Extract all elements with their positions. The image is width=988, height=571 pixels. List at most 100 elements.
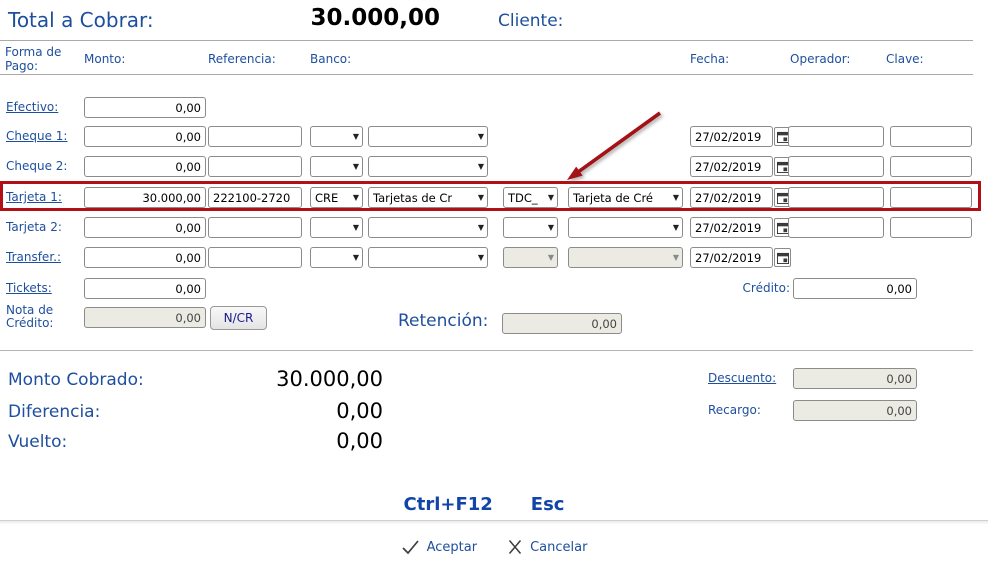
cheque1-monto-input[interactable] (84, 126, 206, 147)
cheque2-label: Cheque 2: (6, 159, 68, 173)
cheque1-operador-input[interactable] (788, 126, 884, 147)
calendar-icon (776, 252, 789, 264)
cheque2-fecha-input[interactable] (690, 156, 773, 177)
transferencia-banco-select[interactable]: ▼ (368, 247, 488, 268)
cheque1-banco-select[interactable]: ▼ (368, 126, 488, 147)
tarjeta2-banco-select[interactable]: ▼ (368, 217, 488, 238)
column-operador: Operador: (790, 52, 851, 66)
descuento-input (793, 368, 917, 389)
efectivo-monto-input[interactable] (84, 97, 206, 118)
chevron-down-icon: ▼ (352, 162, 359, 171)
chevron-down-icon: ▼ (477, 253, 484, 262)
tarjeta2-label: Tarjeta 2: (6, 220, 62, 234)
cancelar-button[interactable]: Cancelar (507, 539, 587, 555)
divider (0, 74, 973, 75)
cheque2-referencia-input[interactable] (208, 156, 302, 177)
tarjeta2-tdc-select[interactable]: ▼ (568, 217, 683, 238)
retencion-label: Retención: (398, 311, 489, 331)
chevron-down-icon: ▼ (477, 223, 484, 232)
tarjeta2-banco-code-select[interactable]: ▼ (310, 217, 363, 238)
cheque2-banco-code-select[interactable]: ▼ (310, 156, 363, 177)
recargo-input (793, 400, 917, 421)
cheque1-link[interactable]: Cheque 1: (6, 129, 67, 143)
tarjeta1-link[interactable]: Tarjeta 1: (6, 190, 62, 204)
transferencia-link[interactable]: Transfer.: (6, 250, 61, 264)
chevron-down-icon: ▼ (352, 193, 359, 202)
cliente-label: Cliente: (498, 11, 564, 31)
credito-input[interactable] (793, 278, 917, 299)
cheque1-referencia-input[interactable] (208, 126, 302, 147)
monto-cobrado-label: Monto Cobrado: (8, 370, 144, 390)
payment-row-nota-credito: Nota deCrédito: N/CR Retención: (0, 303, 988, 334)
tarjeta1-monto-input[interactable] (84, 187, 206, 208)
shortcut-esc: Esc (530, 494, 565, 515)
total-a-cobrar-label: Total a Cobrar: (8, 8, 154, 32)
calendar-icon (776, 161, 789, 173)
column-clave: Clave: (886, 52, 924, 66)
cheque1-clave-input[interactable] (890, 126, 972, 147)
cheque1-fecha-input[interactable] (690, 126, 773, 147)
tarjeta2-tdc-code-select[interactable]: ▼ (503, 217, 558, 238)
tarjeta1-banco-select[interactable]: Tarjetas de Cr ▼ (368, 187, 488, 208)
ncr-button[interactable]: N/CR (210, 306, 267, 330)
nota-credito-monto-input (84, 307, 206, 328)
vuelto-label: Vuelto: (8, 432, 68, 452)
cheque2-clave-input[interactable] (890, 156, 972, 177)
tarjeta2-clave-input[interactable] (890, 217, 972, 238)
tarjeta2-monto-input[interactable] (84, 217, 206, 238)
transferencia-monto-input[interactable] (84, 247, 206, 268)
action-bar: Aceptar Cancelar (0, 539, 988, 555)
aceptar-label: Aceptar (426, 539, 478, 555)
efectivo-link[interactable]: Efectivo: (6, 100, 58, 114)
column-fecha: Fecha: (690, 52, 730, 66)
transferencia-tdc-code-select-disabled: ▼ (503, 247, 558, 268)
credito-label: Crédito: (742, 281, 790, 295)
column-forma-de-pago: Forma de Pago: (5, 45, 62, 73)
tarjeta2-operador-input[interactable] (788, 217, 884, 238)
payment-row-tickets: Tickets: Crédito: (0, 278, 988, 300)
chevron-down-icon: ▼ (352, 223, 359, 232)
aceptar-button[interactable]: Aceptar (401, 539, 477, 555)
payment-row-cheque2: Cheque 2: ▼ ▼ (0, 156, 988, 178)
cheque1-banco-code-select[interactable]: ▼ (310, 126, 363, 147)
recargo-label: Recargo: (708, 403, 761, 417)
nota-credito-label: Nota de Crédito: (6, 303, 54, 330)
transferencia-fecha-input[interactable] (690, 247, 773, 268)
tickets-link[interactable]: Tickets: (6, 281, 52, 295)
payment-row-tarjeta2: Tarjeta 2: ▼ ▼ ▼ ▼ (0, 217, 988, 239)
tarjeta1-operador-input[interactable] (788, 187, 884, 208)
check-icon (401, 540, 419, 555)
tarjeta2-referencia-input[interactable] (208, 217, 302, 238)
chevron-down-icon: ▼ (477, 132, 484, 141)
monto-cobrado-value: 30.000,00 (276, 367, 383, 391)
transferencia-calendar-button[interactable] (774, 248, 791, 267)
annotation-arrow-icon (567, 111, 662, 180)
transferencia-referencia-input[interactable] (208, 247, 302, 268)
close-icon (508, 540, 522, 554)
chevron-down-icon: ▼ (672, 223, 679, 232)
transferencia-tdc-select-disabled: ▼ (568, 247, 683, 268)
chevron-down-icon: ▼ (672, 253, 679, 262)
tarjeta2-fecha-input[interactable] (690, 217, 773, 238)
transferencia-banco-code-select[interactable]: ▼ (310, 247, 363, 268)
tarjeta1-clave-input[interactable] (890, 187, 972, 208)
cheque2-monto-input[interactable] (84, 156, 206, 177)
tarjeta1-banco-code-select[interactable]: CRE ▼ (310, 187, 363, 208)
diferencia-value: 0,00 (336, 399, 383, 423)
descuento-link[interactable]: Descuento: (708, 371, 776, 385)
cheque2-operador-input[interactable] (788, 156, 884, 177)
column-banco: Banco: (310, 52, 352, 66)
calendar-icon (776, 131, 789, 143)
tarjeta1-referencia-input[interactable] (208, 187, 302, 208)
cheque2-banco-select[interactable]: ▼ (368, 156, 488, 177)
shortcut-ctrl-f12: Ctrl+F12 (403, 494, 493, 515)
column-referencia: Referencia: (208, 52, 276, 66)
shortcut-hints: Ctrl+F12 Esc (0, 494, 968, 515)
tarjeta1-fecha-input[interactable] (690, 187, 773, 208)
chevron-down-icon: ▼ (352, 132, 359, 141)
tickets-monto-input[interactable] (84, 278, 206, 299)
column-monto: Monto: (84, 52, 126, 66)
cobrar-form: Total a Cobrar: 30.000,00 Cliente: Forma… (0, 0, 988, 571)
payment-row-cheque1: Cheque 1: ▼ ▼ (0, 126, 988, 148)
divider (0, 40, 973, 41)
